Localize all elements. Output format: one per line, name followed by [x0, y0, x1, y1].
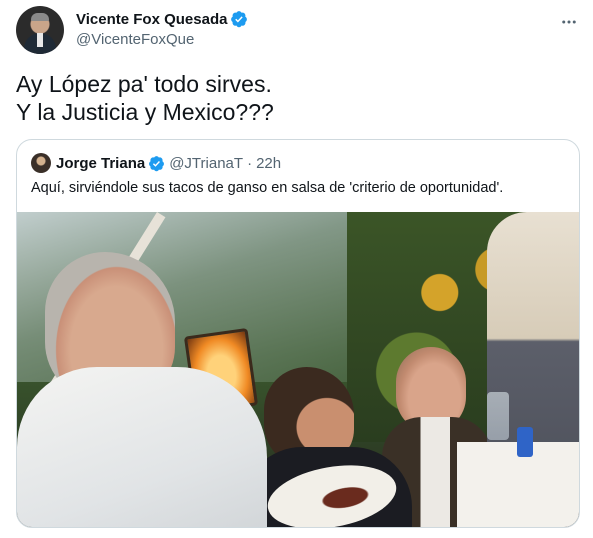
more-options-button[interactable]	[559, 12, 579, 32]
quoted-text: Aquí, sirviéndole sus tacos de ganso en …	[31, 180, 504, 196]
verified-badge-icon	[231, 11, 248, 28]
quoted-tweet[interactable]: Jorge Triana @JTrianaT · 22h Aquí, sirvi…	[16, 139, 580, 528]
quoted-author-handle[interactable]: @JTrianaT	[169, 155, 243, 172]
verified-badge-icon	[149, 155, 165, 171]
quoted-header: Jorge Triana @JTrianaT · 22h	[31, 153, 281, 173]
quoted-timestamp[interactable]: 22h	[256, 155, 281, 172]
person-body	[17, 367, 267, 527]
avatar-hair	[31, 13, 49, 21]
author-name-row: Vicente Fox Quesada	[76, 9, 248, 29]
quoted-author-avatar[interactable]	[31, 153, 51, 173]
author-handle[interactable]: @VicenteFoxQue	[76, 31, 248, 48]
tweet: Vicente Fox Quesada @VicenteFoxQue Ay Ló…	[0, 0, 593, 538]
quoted-separator: ·	[247, 154, 253, 172]
quoted-photo[interactable]	[17, 212, 579, 527]
tweet-text-line2: Y la Justicia y Mexico???	[16, 99, 274, 125]
photo-glass	[487, 392, 509, 440]
photo-person-left	[17, 252, 267, 527]
quoted-author-name[interactable]: Jorge Triana	[56, 155, 145, 172]
photo-bottle	[517, 427, 533, 457]
avatar-shirt	[37, 33, 43, 47]
tweet-text: Ay López pa' todo sirves. Y la Justicia …	[16, 70, 576, 126]
author-avatar[interactable]	[16, 6, 64, 54]
author-name[interactable]: Vicente Fox Quesada	[76, 11, 227, 28]
tweet-text-line1: Ay López pa' todo sirves.	[16, 71, 272, 97]
more-horizontal-icon	[562, 20, 576, 24]
author-info: Vicente Fox Quesada @VicenteFoxQue	[76, 9, 248, 48]
